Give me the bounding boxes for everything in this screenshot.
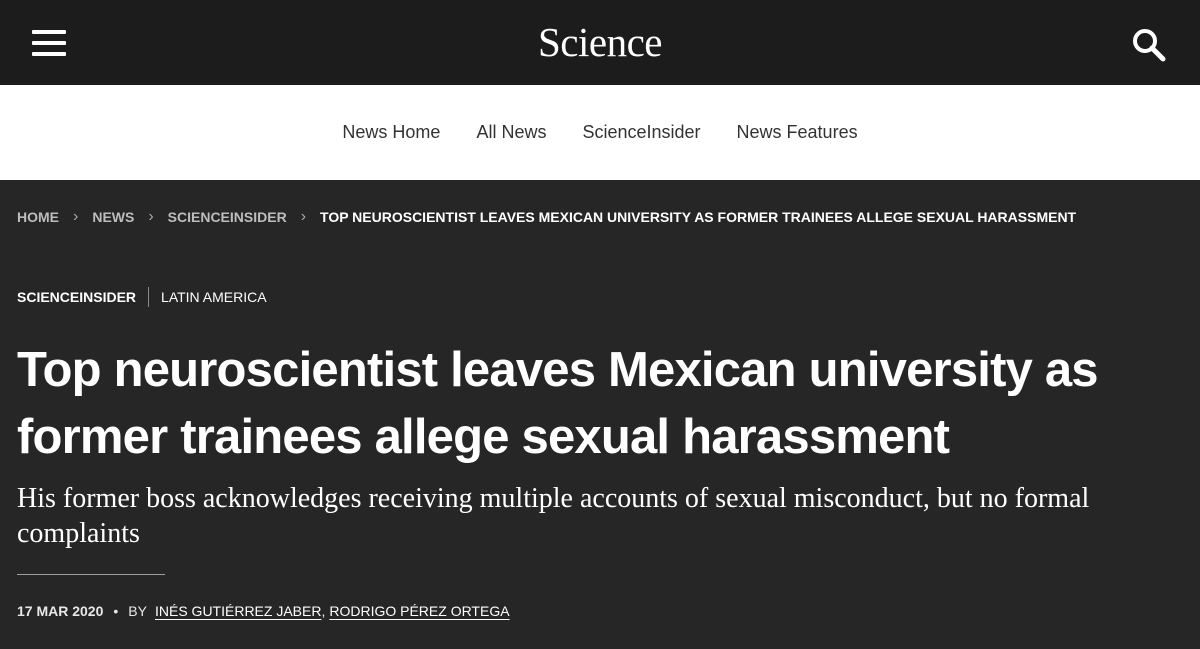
article-title: Top neuroscientist leaves Mexican univer… [17,343,1099,464]
top-bar: Science [0,0,1200,85]
byline: 17 MAR 2020 • BY INÉS GUTIÉRREZ JABER , … [17,603,510,619]
author-link[interactable]: RODRIGO PÉREZ ORTEGA [329,603,509,619]
search-icon[interactable] [1130,26,1170,62]
news-subnav: News Home All News ScienceInsider News F… [0,85,1200,180]
subnav-scienceinsider[interactable]: ScienceInsider [582,122,700,143]
site-logo: Science [0,18,1200,66]
breadcrumb-home[interactable]: HOME [17,209,59,225]
article-header: HOME › NEWS › SCIENCEINSIDER › TOP NEURO… [0,180,1200,649]
chevron-right-icon: › [300,208,307,225]
publish-date: 17 MAR 2020 [17,603,104,619]
subnav-news-features[interactable]: News Features [737,122,858,143]
byline-prefix: BY [128,603,147,619]
author-link[interactable]: INÉS GUTIÉRREZ JABER [155,603,321,619]
chevron-right-icon: › [73,208,79,225]
breadcrumb-news[interactable]: NEWS [92,209,134,225]
author-separator: , [321,603,326,619]
breadcrumb-current: TOP NEUROSCIENTIST LEAVES MEXICAN UNIVER… [320,209,1077,225]
search-icon-graphic [1133,29,1166,62]
article-tags: SCIENCEINSIDER LATIN AMERICA [17,287,267,307]
section-tag[interactable]: SCIENCEINSIDER [17,289,136,305]
site-logo-link[interactable]: Science [538,19,662,65]
byline-separator-dot: • [113,603,119,619]
tag-divider [148,287,150,307]
subnav-news-home[interactable]: News Home [342,122,440,143]
breadcrumb-scienceinsider[interactable]: SCIENCEINSIDER [168,209,287,225]
subnav-all-news[interactable]: All News [476,122,546,143]
breadcrumb: HOME › NEWS › SCIENCEINSIDER › TOP NEURO… [17,208,1076,226]
chevron-right-icon: › [148,208,154,225]
divider [17,574,165,575]
region-tag[interactable]: LATIN AMERICA [161,289,267,305]
article-dek: His former boss acknowledges receiving m… [17,483,1090,549]
